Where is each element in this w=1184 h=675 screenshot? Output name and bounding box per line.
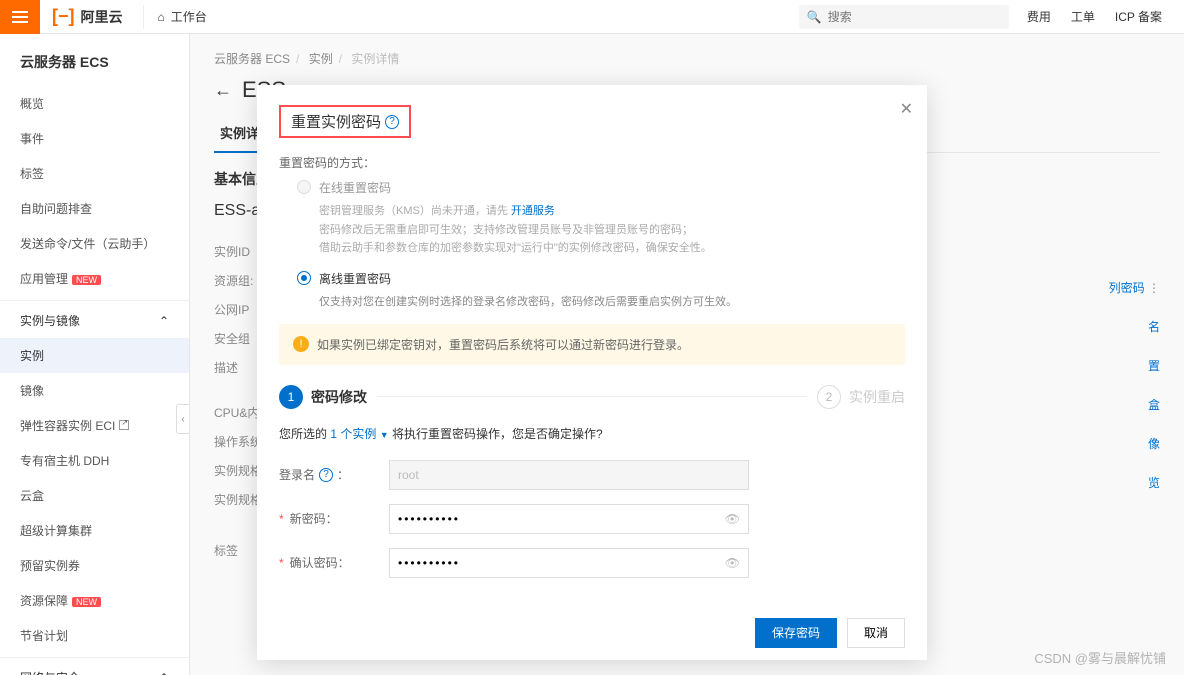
radio-offline-label: 离线重置密码 [319,270,391,287]
newpwd-label: 新密码： [290,510,338,527]
confirm-text: 您所选的 1 个实例 ▼ 将执行重置密码操作，您是否确定操作? [279,425,905,442]
radio-offline-input[interactable] [297,271,311,285]
cancel-button[interactable]: 取消 [847,618,905,648]
newpwd-input-wrap[interactable]: 👁 [389,504,749,534]
reset-password-modal: ✕ 重置实例密码 ? 重置密码的方式： 在线重置密码 密钥管理服务（KMS）尚未… [257,85,927,660]
eye-icon[interactable]: 👁 [725,512,740,526]
step-2-title: 实例重启 [849,387,905,407]
eye-icon[interactable]: 👁 [725,556,740,570]
modal-footer: 保存密码 取消 [257,606,927,660]
radio-online-desc: 密钥管理服务（KMS）尚未开通，请先 开通服务 密码修改后无需重启即可生效；支持… [319,202,905,258]
modal-title-wrap: 重置实例密码 ? [279,105,411,138]
row-confirmpwd: *确认密码： 👁 [279,548,905,578]
step-1-title: 密码修改 [311,387,367,407]
step-1-num: 1 [279,385,303,409]
alert-text: 如果实例已绑定密钥对，重置密码后系统将可以通过新密码进行登录。 [317,336,689,353]
row-login: 登录名 ?： root [279,460,905,490]
radio-online: 在线重置密码 [297,179,905,196]
login-input: root [389,460,749,490]
open-service-link[interactable]: 开通服务 [511,205,555,217]
steps: 1 密码修改 2 实例重启 [279,385,905,409]
step-sep [377,396,807,397]
modal-title: 重置实例密码 ? [279,105,411,138]
radio-online-label: 在线重置密码 [319,179,391,196]
modal-title-text: 重置实例密码 [291,111,381,132]
method-label: 重置密码的方式： [279,154,905,171]
step-1: 1 密码修改 [279,385,367,409]
radio-online-input [297,180,311,194]
alert-box: ! 如果实例已绑定密钥对，重置密码后系统将可以通过新密码进行登录。 [279,324,905,365]
confirmpwd-input-wrap[interactable]: 👁 [389,548,749,578]
radio-offline-desc: 仅支持对您在创建实例时选择的登录名修改密码，密码修改后需要重启实例方可生效。 [319,293,905,312]
caret-down-icon: ▼ [380,430,389,440]
step-2: 2 实例重启 [817,385,905,409]
radio-offline[interactable]: 离线重置密码 [297,270,905,287]
warning-icon: ! [293,336,309,352]
modal-body: 重置密码的方式： 在线重置密码 密钥管理服务（KMS）尚未开通，请先 开通服务 … [257,154,927,606]
modal-overlay: ✕ 重置实例密码 ? 重置密码的方式： 在线重置密码 密钥管理服务（KMS）尚未… [0,0,1184,675]
login-value: root [398,468,419,482]
instance-count-link[interactable]: 1 个实例 ▼ [330,427,388,441]
confirmpwd-label: 确认密码： [290,554,350,571]
close-icon[interactable]: ✕ [900,99,913,119]
watermark: CSDN @雾与晨解忧铺 [1034,648,1166,667]
confirmpwd-input[interactable] [398,556,725,570]
help-icon[interactable]: ? [385,115,399,129]
step-2-num: 2 [817,385,841,409]
newpwd-input[interactable] [398,512,725,526]
save-button[interactable]: 保存密码 [755,618,837,648]
help-icon[interactable]: ? [319,468,333,482]
row-newpwd: *新密码： 👁 [279,504,905,534]
login-label: 登录名 [279,466,315,483]
